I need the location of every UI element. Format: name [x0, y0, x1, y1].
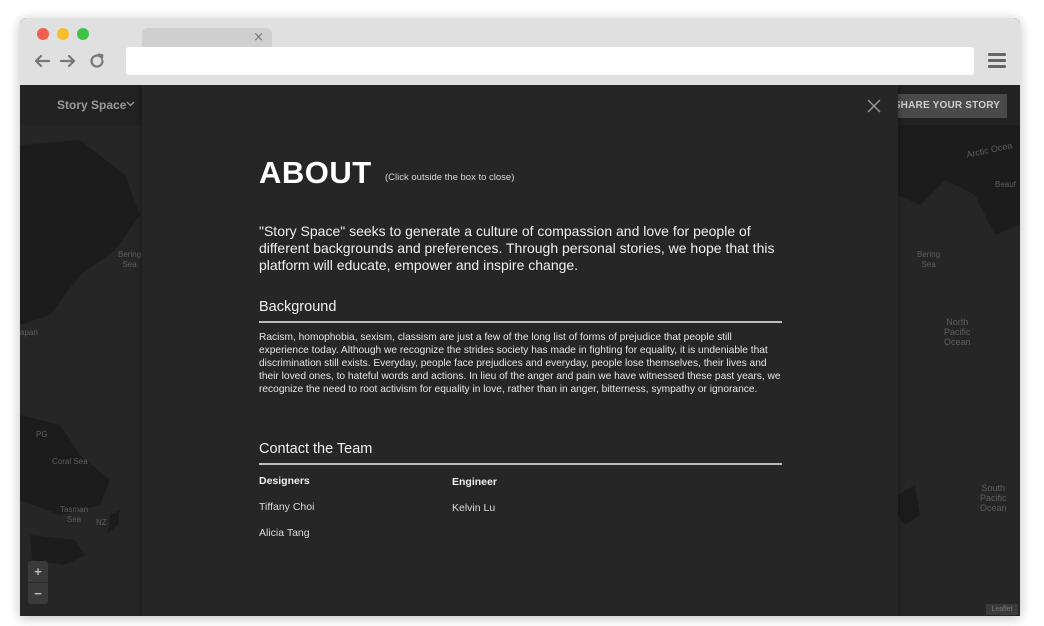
- engineer-name: Kelvin Lu: [452, 502, 496, 514]
- zoom-in-button[interactable]: +: [28, 561, 48, 583]
- about-modal: ABOUT (Click outside the box to close) "…: [142, 85, 898, 616]
- background-heading: Background: [259, 299, 337, 315]
- background-paragraph: Racism, homophobia, sexism, classism are…: [259, 332, 781, 395]
- map-label-north-pacific: North Pacific Ocean: [944, 317, 971, 347]
- designers-heading: Designers: [259, 475, 310, 487]
- back-arrow-icon[interactable]: [33, 52, 51, 70]
- share-your-story-button[interactable]: SHARE YOUR STORY: [887, 94, 1007, 118]
- map-label-beaufort: Beauf: [995, 180, 1016, 189]
- tab-close-icon[interactable]: ×: [253, 29, 264, 47]
- contact-divider: [259, 463, 782, 465]
- background-divider: [259, 321, 782, 323]
- contact-heading: Contact the Team: [259, 441, 373, 457]
- map-zoom-control: + −: [28, 561, 48, 604]
- intro-paragraph: "Story Space" seeks to generate a cultur…: [259, 223, 775, 273]
- chevron-down-icon[interactable]: [126, 101, 135, 107]
- map-label-south-pacific: South Pacific Ocean: [980, 483, 1007, 513]
- engineer-heading: Engineer: [452, 476, 497, 488]
- brand-dropdown[interactable]: Story Space: [57, 98, 126, 112]
- designer-name: Alicia Tang: [259, 527, 310, 539]
- map-label-png: PG: [36, 430, 48, 439]
- close-icon[interactable]: [867, 99, 881, 113]
- browser-tab[interactable]: ×: [142, 28, 272, 48]
- designer-name: Tiffany Choi: [259, 501, 315, 513]
- window-minimize-dot[interactable]: [57, 28, 69, 40]
- map-label-coral-sea: Coral Sea: [52, 457, 88, 466]
- zoom-out-button[interactable]: −: [28, 583, 48, 604]
- map-label-tasman: Tasman Sea: [60, 505, 89, 524]
- forward-arrow-icon[interactable]: [59, 52, 77, 70]
- modal-title: ABOUT: [259, 155, 372, 190]
- address-bar[interactable]: [126, 47, 974, 75]
- map-label-bering-right: Bering Sea: [917, 250, 941, 269]
- hamburger-menu-icon[interactable]: [988, 51, 1008, 71]
- reload-icon[interactable]: [88, 52, 106, 70]
- map-label-bering-left: Bering Sea: [118, 250, 142, 269]
- window-maximize-dot[interactable]: [77, 28, 89, 40]
- modal-close-hint: (Click outside the box to close): [385, 172, 515, 183]
- page-viewport: Arctic Ocea Beauf Bering Sea Bering Sea …: [20, 85, 1020, 616]
- window-close-dot[interactable]: [37, 28, 49, 40]
- map-attribution[interactable]: Leaflet: [986, 604, 1018, 615]
- map-label-japan: apan: [20, 328, 38, 337]
- map-label-nz: NZ: [96, 518, 107, 527]
- browser-chrome: ×: [20, 18, 1020, 85]
- browser-window: × Arctic Ocea Beauf Bering Sea Bering Se…: [20, 18, 1020, 616]
